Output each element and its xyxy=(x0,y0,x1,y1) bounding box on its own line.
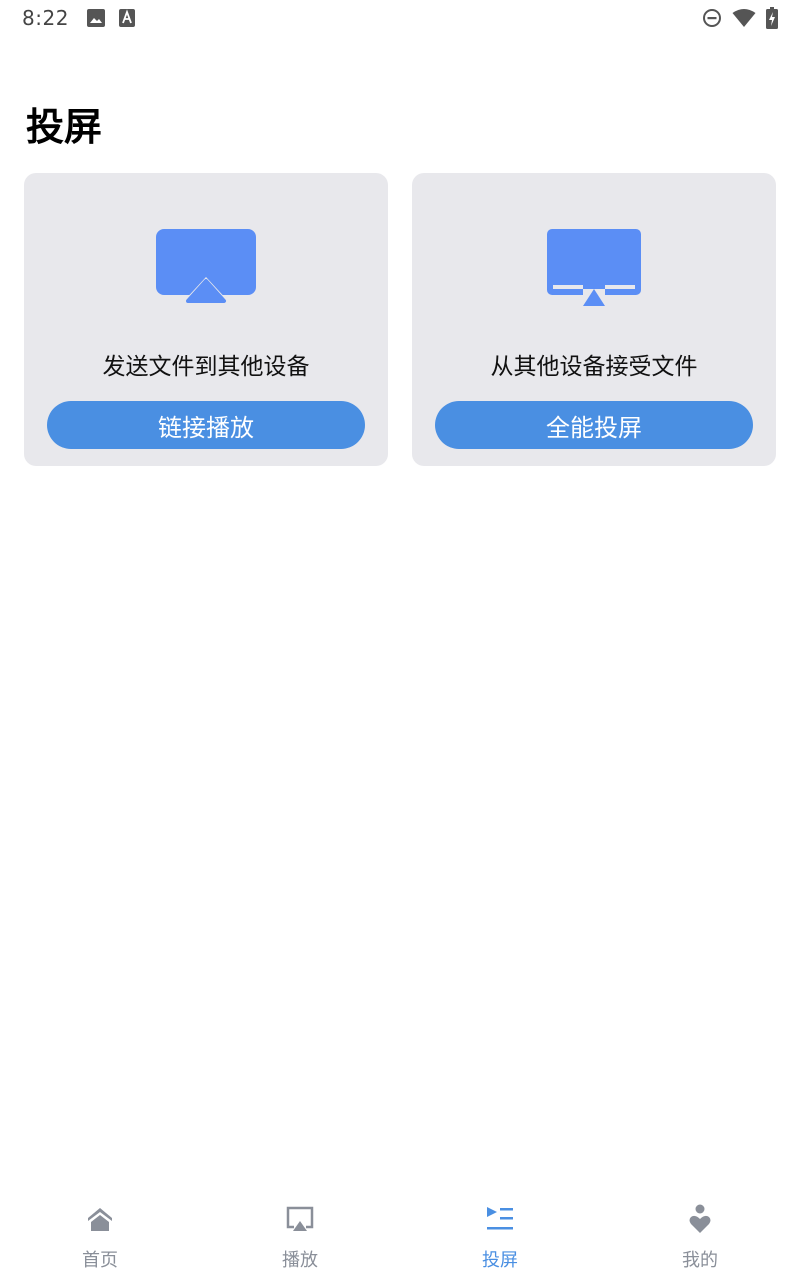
screen: 8:22 投屏 发送文件到其他设备 链接播放 从其他设备接受文件 全能投屏 首页… xyxy=(0,0,800,1280)
airplay-icon xyxy=(156,229,256,307)
nav-label-play: 播放 xyxy=(282,1250,318,1271)
profile-icon xyxy=(689,1204,711,1234)
status-right-icons xyxy=(702,7,778,29)
status-left-icons xyxy=(86,9,135,27)
bottom-nav: 首页 播放 投屏 我的 xyxy=(0,1190,800,1280)
dnd-icon xyxy=(702,8,722,28)
image-icon xyxy=(86,9,105,27)
nav-item-home[interactable]: 首页 xyxy=(0,1190,200,1280)
nav-label-cast: 投屏 xyxy=(482,1250,518,1271)
status-bar: 8:22 xyxy=(0,0,800,36)
nav-label-mine: 我的 xyxy=(682,1250,718,1271)
status-time: 8:22 xyxy=(22,6,69,30)
all-cast-button[interactable]: 全能投屏 xyxy=(435,401,753,449)
nav-item-mine[interactable]: 我的 xyxy=(600,1190,800,1280)
play-list-icon xyxy=(486,1204,514,1234)
text-a-icon xyxy=(118,9,135,27)
send-files-description: 发送文件到其他设备 xyxy=(102,354,310,380)
link-play-button[interactable]: 链接播放 xyxy=(47,401,365,449)
nav-item-play[interactable]: 播放 xyxy=(200,1190,400,1280)
nav-label-home: 首页 xyxy=(82,1250,118,1271)
battery-charging-icon xyxy=(766,7,778,29)
page-title: 投屏 xyxy=(26,105,103,149)
monitor-receive-icon xyxy=(547,229,641,311)
home-icon xyxy=(87,1204,113,1234)
wifi-icon xyxy=(732,8,756,28)
receive-files-description: 从其他设备接受文件 xyxy=(490,354,698,380)
cast-icon xyxy=(286,1204,314,1234)
receive-files-card: 从其他设备接受文件 全能投屏 xyxy=(412,173,776,466)
send-files-card: 发送文件到其他设备 链接播放 xyxy=(24,173,388,466)
nav-item-cast[interactable]: 投屏 xyxy=(400,1190,600,1280)
